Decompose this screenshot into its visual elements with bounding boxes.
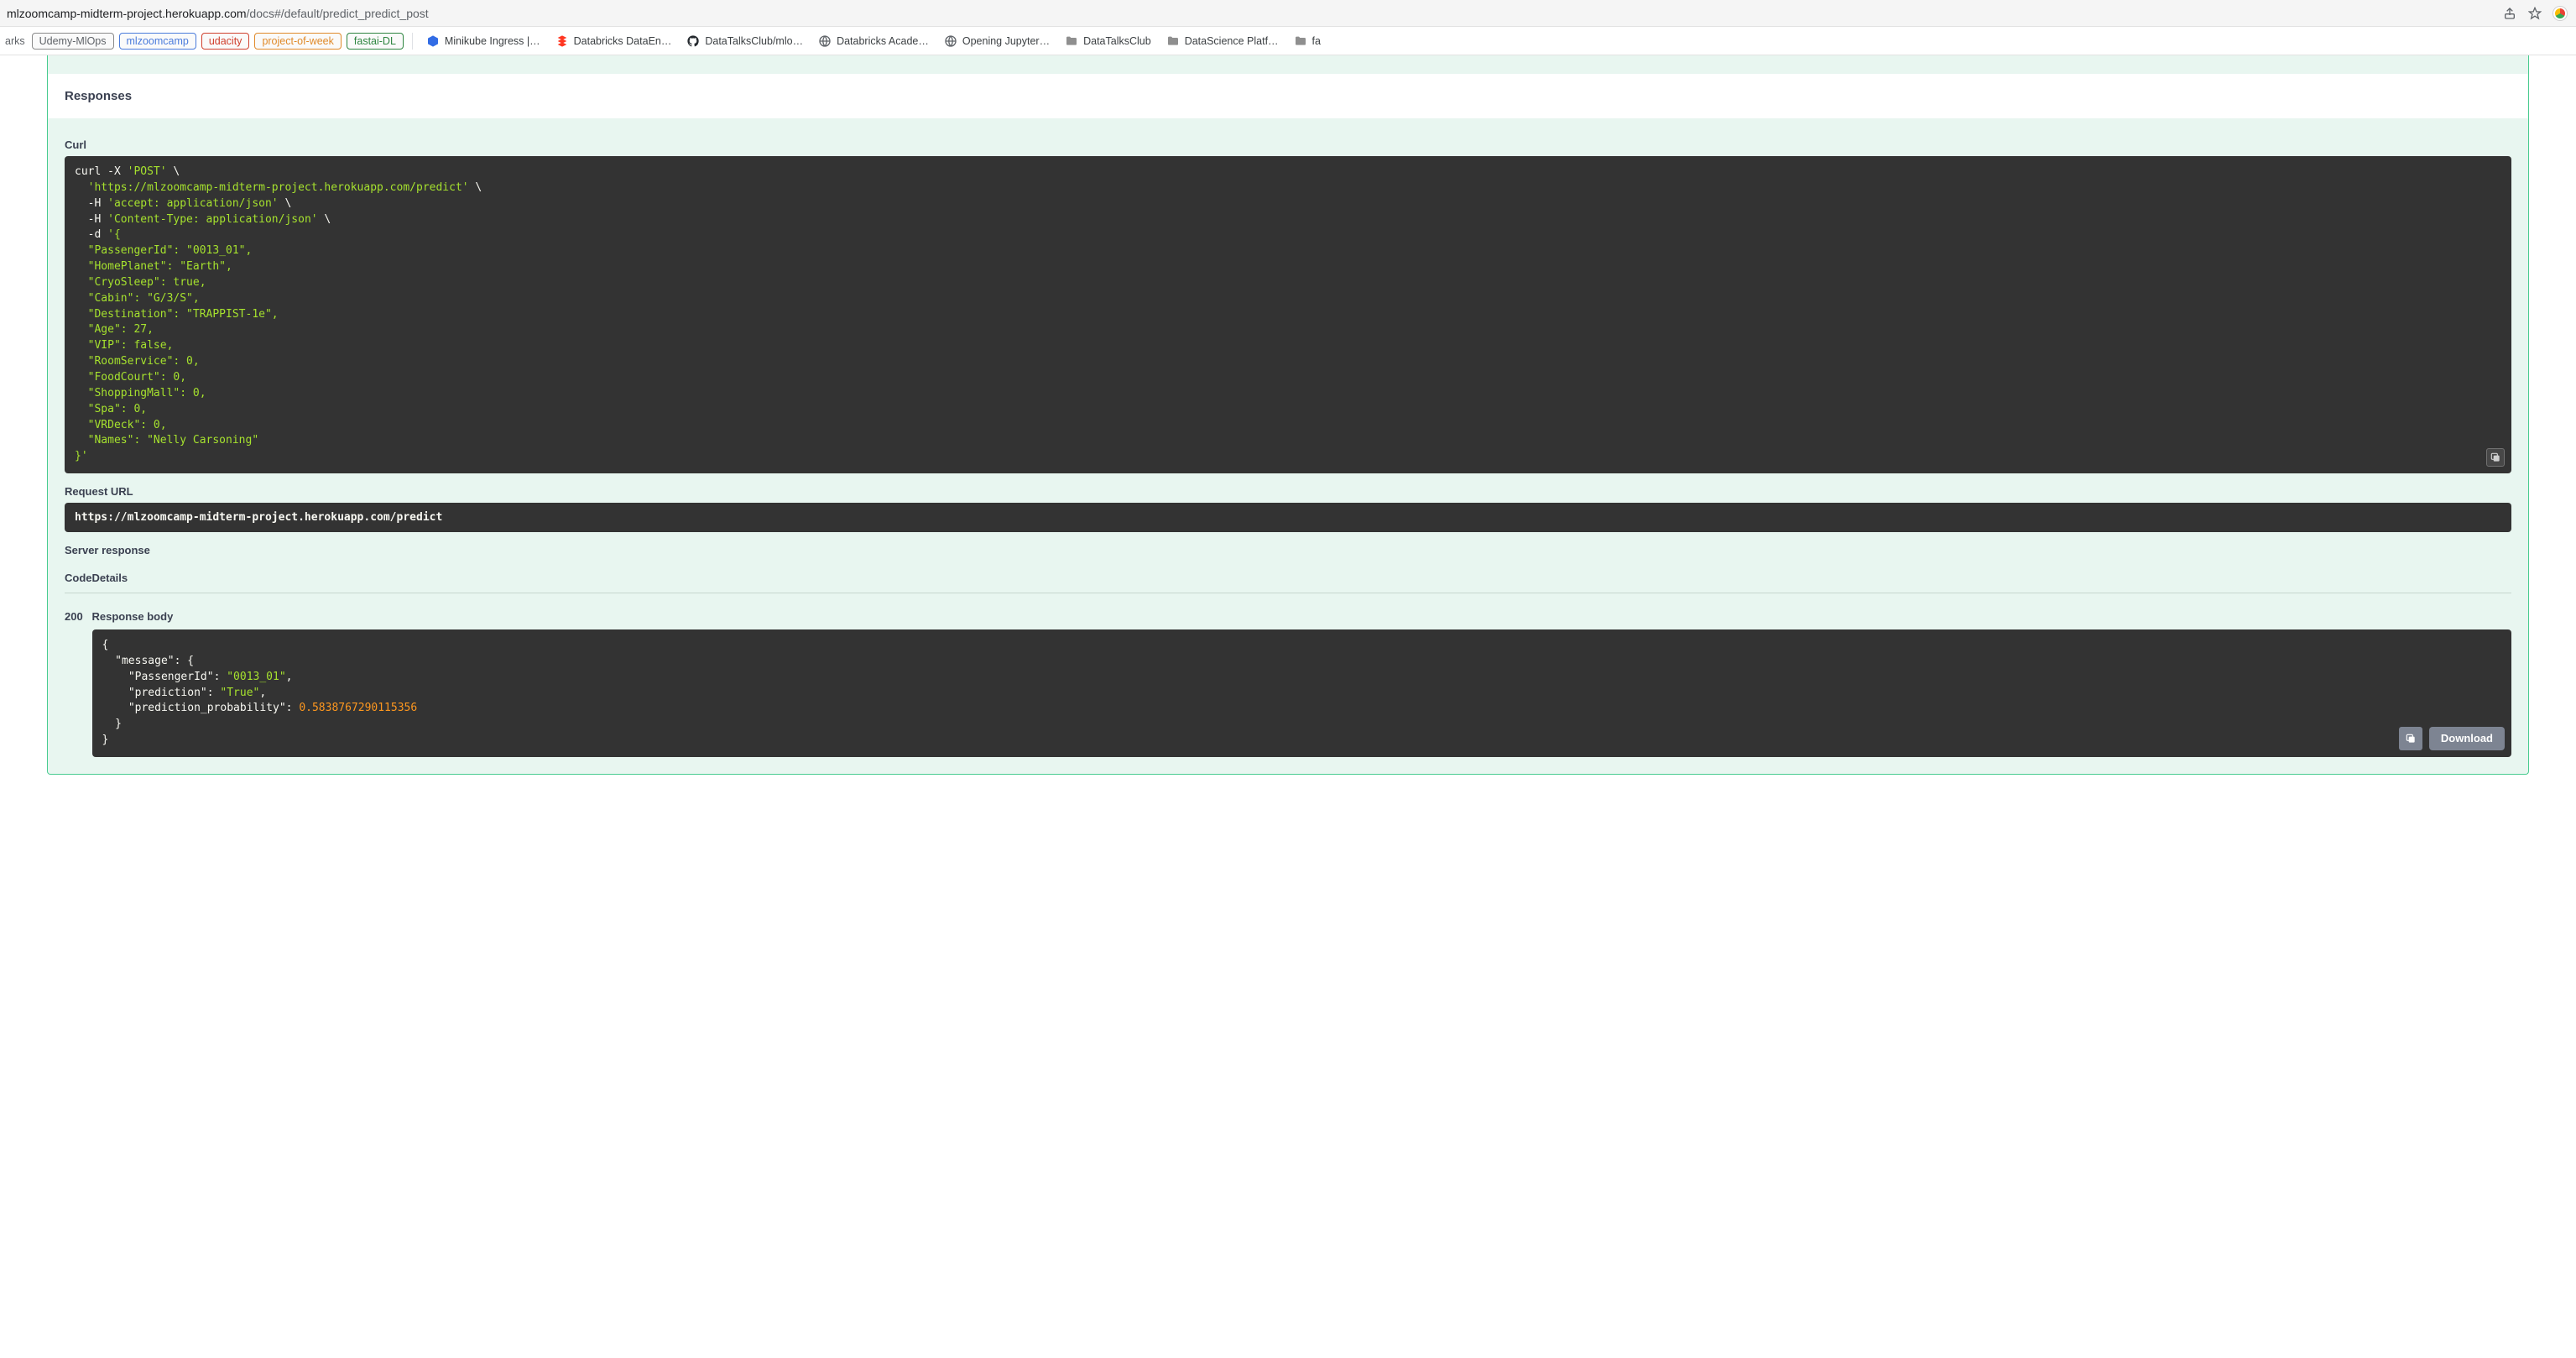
bookmark-label: DataTalksClub/mlo… (705, 35, 803, 47)
bookmark-item[interactable]: DataTalksClub/mlo… (681, 33, 808, 50)
bookmarks-prefix: arks (5, 35, 27, 47)
page-content: Responses Curl curl -X 'POST' \ 'https:/… (0, 55, 2576, 808)
request-url[interactable]: https://mlzoomcamp-midterm-project.herok… (65, 503, 2511, 532)
response-table: Code Details 200 Response body { "messag… (65, 563, 2511, 757)
bookmark-folder[interactable]: DataTalksClub (1060, 33, 1156, 50)
bookmark-label: Opening Jupyter… (962, 35, 1050, 47)
copy-icon[interactable] (2399, 727, 2422, 750)
response-actions: Download (2399, 727, 2505, 750)
bookmark-item[interactable]: Databricks DataEn… (550, 33, 677, 50)
globe-icon (944, 34, 957, 48)
star-icon[interactable] (2526, 4, 2544, 23)
bookmark-label: Databricks DataEn… (574, 35, 672, 47)
copy-icon[interactable] (2486, 448, 2505, 467)
share-icon[interactable] (2500, 4, 2519, 23)
curl-command[interactable]: curl -X 'POST' \ 'https://mlzoomcamp-mid… (65, 156, 2511, 473)
bookmarks-bar: arks Udemy-MlOps mlzoomcamp udacity proj… (0, 27, 2576, 55)
address-url[interactable]: mlzoomcamp-midterm-project.herokuapp.com… (7, 7, 2494, 20)
databricks-icon (555, 34, 569, 48)
responses-header: Responses (48, 74, 2528, 118)
bookmark-folder[interactable]: DataScience Platf… (1161, 33, 1284, 50)
bookmark-tag[interactable]: mlzoomcamp (119, 33, 196, 50)
download-button[interactable]: Download (2429, 727, 2505, 750)
bookmark-item[interactable]: Opening Jupyter… (939, 33, 1055, 50)
bookmark-item[interactable]: Minikube Ingress |… (421, 33, 545, 50)
folder-icon (1065, 34, 1078, 48)
bookmark-tag[interactable]: udacity (201, 33, 250, 50)
address-path: /docs#/default/predict_predict_post (247, 7, 429, 20)
globe-icon (818, 34, 832, 48)
swagger-operation: Responses Curl curl -X 'POST' \ 'https:/… (47, 55, 2529, 775)
bookmark-tag[interactable]: project-of-week (254, 33, 341, 50)
browser-address-bar: mlzoomcamp-midterm-project.herokuapp.com… (0, 0, 2576, 27)
bookmark-tag[interactable]: Udemy-MlOps (32, 33, 114, 50)
bookmark-label: Minikube Ingress |… (445, 35, 540, 47)
curl-label: Curl (65, 138, 2511, 151)
bookmark-divider (412, 33, 413, 50)
server-response-label: Server response (65, 544, 2511, 556)
bookmark-label: Databricks Acade… (837, 35, 929, 47)
details-header: Details (92, 563, 2512, 593)
code-header: Code (65, 563, 92, 593)
folder-icon (1294, 34, 1307, 48)
operation-body: Curl curl -X 'POST' \ 'https://mlzoomcam… (48, 118, 2528, 774)
table-row: 200 Response body { "message": { "Passen… (65, 593, 2511, 757)
bookmark-label: DataTalksClub (1083, 35, 1151, 47)
folder-icon (1166, 34, 1180, 48)
request-url-label: Request URL (65, 485, 2511, 498)
k8s-icon (426, 34, 440, 48)
bookmark-label: fa (1312, 35, 1321, 47)
github-icon (686, 34, 700, 48)
response-body-label: Response body (92, 610, 2512, 623)
status-code: 200 (65, 593, 92, 757)
bookmark-tag[interactable]: fastai-DL (347, 33, 404, 50)
bookmark-item[interactable]: Databricks Acade… (813, 33, 934, 50)
chrome-profile-icon[interactable] (2551, 4, 2569, 23)
bookmark-label: DataScience Platf… (1185, 35, 1279, 47)
response-body[interactable]: { "message": { "PassengerId": "0013_01",… (92, 629, 2512, 757)
address-host: mlzoomcamp-midterm-project.herokuapp.com (7, 7, 247, 20)
bookmark-folder[interactable]: fa (1289, 33, 1326, 50)
